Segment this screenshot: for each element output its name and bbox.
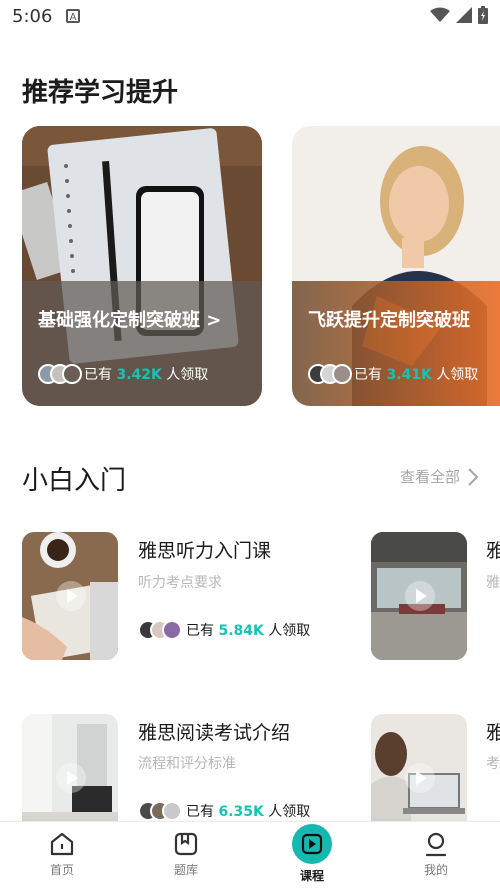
card-overlay [22,281,262,406]
claim-prefix: 已有 [354,367,382,383]
tab-label: 首页 [49,863,74,877]
recommend-card-meta: 已有 3.41K 人领取 [308,364,478,384]
tab-label: 题库 [173,863,198,877]
claim-prefix: 已有 [84,367,112,383]
course-meta: 已有 5.84K 人领取 [138,620,310,640]
avatar-group [38,364,82,384]
home-icon [50,832,74,856]
claim-count: 3.42K [116,367,162,383]
course-thumbnail-listening[interactable] [22,532,118,660]
claim-count: 3.41K [386,367,432,383]
see-all-label: 查看全部 [399,468,460,486]
play-icon [405,763,435,793]
avatar [332,364,352,384]
partial-course-title: 雅 [486,540,500,562]
claim-suffix: 人领取 [268,623,311,639]
recommend-card-basic[interactable]: 基础强化定制突破班 > 已有 3.42K 人领取 [22,126,262,406]
avatar-group [138,620,182,640]
claim-suffix: 人领取 [166,367,209,383]
wifi-icon [430,7,450,22]
card-overlay [292,281,500,406]
tab-label: 我的 [423,863,448,877]
book-icon [174,832,198,856]
recommend-card-meta: 已有 3.42K 人领取 [38,364,208,384]
signal-icon [456,7,472,23]
section-title-beginner: 小白入门 [22,466,127,496]
play-icon [56,581,86,611]
course-title[interactable]: 雅思阅读考试介绍 [138,718,290,745]
course-thumbnail-partial-1[interactable] [371,532,467,660]
see-all-link[interactable]: 查看全部 [400,466,478,487]
status-bar: 5:06 A [0,0,500,34]
battery-icon [478,6,488,24]
play-icon [292,824,332,864]
status-time: 5:06 [12,6,53,27]
recommend-card-advanced[interactable]: 飞跃提升定制突破班 已有 3.41K 人领取 [292,126,500,406]
play-icon [405,581,435,611]
course-subtitle: 听力考点要求 [138,575,222,591]
section-title-recommend: 推荐学习提升 [22,78,179,108]
avatar [162,620,182,640]
course-title[interactable]: 雅思听力入门课 [138,536,271,563]
claim-count: 6.35K [218,804,264,820]
course-subtitle: 流程和评分标准 [138,756,236,772]
claim-suffix: 人领取 [436,367,479,383]
recommend-card-title: 基础强化定制突破班 > [38,310,222,331]
tab-profile[interactable]: 我的 [396,830,476,878]
avatar [62,364,82,384]
status-icons [430,6,488,24]
claim-prefix: 已有 [186,804,214,820]
tab-question-bank[interactable]: 题库 [146,830,226,878]
tab-home[interactable]: 首页 [22,830,102,878]
claim-suffix: 人领取 [268,804,311,820]
course-meta: 已有 6.35K 人领取 [138,801,310,821]
avatar [162,801,182,821]
tab-courses[interactable]: 课程 [272,824,352,884]
tab-label: 课程 [299,869,324,883]
claim-count: 5.84K [218,623,264,639]
avatar-group [308,364,352,384]
play-icon [56,763,86,793]
claim-prefix: 已有 [186,623,214,639]
avatar-group [138,801,182,821]
profile-icon [425,832,447,857]
partial-course-subtitle: 考 [486,756,500,772]
partial-course-title: 雅 [486,722,500,744]
bottom-tab-bar: 首页 题库 课程 我的 [0,821,500,888]
recommend-card-title: 飞跃提升定制突破班 [308,310,470,331]
notification-icon: A [66,9,80,23]
chevron-right-icon [468,467,478,486]
partial-course-subtitle: 雅 [486,575,500,591]
